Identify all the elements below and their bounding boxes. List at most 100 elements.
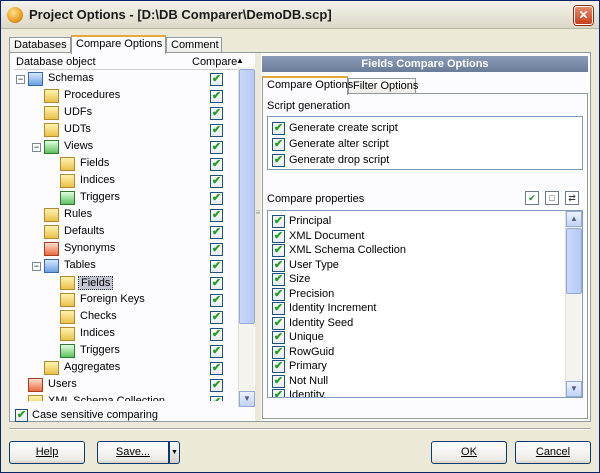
compare-checkbox[interactable]: ✔ (210, 328, 223, 341)
column-database-object[interactable]: Database object (16, 56, 96, 68)
help-button[interactable]: Help (9, 441, 85, 464)
property-checkbox[interactable]: ✔ (272, 287, 285, 301)
compare-checkbox[interactable]: ✔ (210, 141, 223, 154)
tree-row[interactable]: UDFs ✔ (14, 105, 236, 122)
property-checkbox[interactable]: ✔ (272, 215, 285, 228)
compare-checkbox[interactable]: ✔ (210, 396, 223, 401)
save-dropdown-button[interactable]: ▼ (169, 441, 180, 464)
tab-databases[interactable]: Databases (9, 37, 71, 53)
property-label: Primary (289, 360, 327, 372)
tree-row[interactable]: Aggregates ✔ (14, 360, 236, 377)
title-bar[interactable]: Project Options - [D:\DB Comparer\DemoDB… (1, 1, 599, 29)
tree-scrollbar[interactable]: ▼ (238, 67, 255, 407)
properties-scroll-thumb[interactable] (566, 228, 582, 294)
invert-selection-icon[interactable]: ⇄ (565, 191, 579, 205)
compare-checkbox[interactable]: ✔ (210, 90, 223, 103)
cancel-button[interactable]: Cancel (515, 441, 591, 464)
compare-checkbox[interactable]: ✔ (210, 73, 223, 86)
tree-row[interactable]: Users ✔ (14, 377, 236, 394)
tree-row-label: Indices (80, 327, 115, 339)
compare-checkbox[interactable]: ✔ (210, 209, 223, 222)
properties-scroll-down-button[interactable]: ▼ (566, 381, 582, 397)
tree-row[interactable]: Foreign Keys ✔ (14, 292, 236, 309)
tree-row[interactable]: Indices ✔ (14, 173, 236, 190)
close-button[interactable]: ✕ (574, 6, 593, 25)
tree-row[interactable]: UDTs ✔ (14, 122, 236, 139)
tree-row[interactable]: − Views ✔ (14, 139, 236, 156)
tree-row[interactable]: Triggers ✔ (14, 190, 236, 207)
compare-checkbox[interactable]: ✔ (210, 260, 223, 273)
triggers-icon (60, 191, 75, 205)
column-compare[interactable]: Compare (192, 56, 237, 68)
compare-checkbox[interactable]: ✔ (210, 124, 223, 137)
property-checkbox[interactable]: ✔ (272, 258, 285, 272)
uncheck-all-icon[interactable]: □ (545, 191, 559, 205)
collapse-toggle-icon[interactable]: − (32, 262, 41, 271)
database-object-tree[interactable]: − Schemas ✔ Procedures ✔ UDFs ✔ UDTs ✔ − Views ✔ Fie… (14, 71, 236, 401)
compare-checkbox[interactable]: ✔ (210, 243, 223, 256)
property-checkbox[interactable]: ✔ (272, 345, 285, 359)
compare-checkbox[interactable]: ✔ (210, 294, 223, 307)
compare-checkbox[interactable]: ✔ (210, 226, 223, 239)
app-icon (7, 7, 23, 23)
property-checkbox[interactable]: ✔ (272, 316, 285, 330)
procedures-icon (44, 89, 59, 103)
compare-checkbox[interactable]: ✔ (210, 277, 223, 290)
properties-scrollbar[interactable]: ▲ ▼ (565, 211, 582, 397)
tree-scroll-down-button[interactable]: ▼ (239, 391, 255, 407)
subtab-compare-options[interactable]: Compare Options (262, 76, 353, 95)
compare-checkbox[interactable]: ✔ (210, 345, 223, 358)
collapse-toggle-icon[interactable]: − (32, 143, 41, 152)
subtab-filter-options[interactable]: Filter Options (348, 78, 418, 94)
splitter-grip[interactable]: ≡ (255, 53, 261, 421)
property-checkbox[interactable]: ✔ (272, 302, 285, 315)
case-sensitive-checkbox[interactable]: ✔ (15, 409, 28, 422)
tree-row[interactable]: Synonyms ✔ (14, 241, 236, 258)
compare-checkbox[interactable]: ✔ (210, 107, 223, 120)
property-checkbox[interactable]: ✔ (272, 273, 285, 286)
tree-row[interactable]: Fields ✔ (14, 156, 236, 173)
tree-row[interactable]: Indices ✔ (14, 326, 236, 343)
property-label: Precision (289, 287, 335, 300)
property-label: Principal (289, 215, 332, 227)
check-all-icon[interactable]: ✔ (525, 191, 539, 205)
tree-row[interactable]: Fields ✔ (14, 275, 236, 292)
compare-properties-list[interactable]: ✔ Principal ✔ XML Document ✔ XML Schema Colle… (267, 210, 583, 398)
tree-row[interactable]: Checks ✔ (14, 309, 236, 326)
compare-checkbox[interactable]: ✔ (210, 192, 223, 205)
property-label: RowGuid (289, 345, 335, 358)
tree-row-label: Aggregates (64, 361, 121, 373)
ok-button[interactable]: OK (431, 441, 507, 464)
tree-row[interactable]: − Schemas ✔ (14, 71, 236, 88)
compare-checkbox[interactable]: ✔ (210, 311, 223, 324)
properties-scroll-up-button[interactable]: ▲ (566, 211, 582, 227)
collapse-toggle-icon[interactable]: − (16, 75, 25, 84)
tree-row[interactable]: Rules ✔ (14, 207, 236, 224)
foreign-keys-icon (60, 293, 75, 307)
tree-row-label: UDTs (64, 123, 91, 135)
fields-icon (60, 276, 75, 290)
option-checkbox[interactable]: ✔ (272, 154, 285, 167)
tree-row[interactable]: Triggers ✔ (14, 343, 236, 360)
tab-comment[interactable]: Comment (166, 37, 222, 53)
compare-checkbox[interactable]: ✔ (210, 362, 223, 375)
property-checkbox[interactable]: ✔ (272, 244, 285, 257)
tree-row[interactable]: − Tables ✔ (14, 258, 236, 275)
property-checkbox[interactable]: ✔ (272, 331, 285, 344)
tree-row[interactable]: Procedures ✔ (14, 88, 236, 105)
tab-compare-options[interactable]: Compare Options (71, 35, 166, 54)
property-checkbox[interactable]: ✔ (272, 360, 285, 373)
option-checkbox[interactable]: ✔ (272, 122, 285, 135)
compare-checkbox[interactable]: ✔ (210, 175, 223, 188)
option-checkbox[interactable]: ✔ (272, 138, 285, 151)
property-checkbox[interactable]: ✔ (272, 229, 285, 243)
compare-checkbox[interactable]: ✔ (210, 158, 223, 171)
property-checkbox[interactable]: ✔ (272, 389, 285, 397)
tree-scroll-thumb[interactable] (239, 69, 255, 324)
save-button[interactable]: Save... (97, 441, 169, 464)
tree-row[interactable]: Defaults ✔ (14, 224, 236, 241)
compare-checkbox[interactable]: ✔ (210, 379, 223, 392)
help-label: Help (35, 446, 59, 458)
property-checkbox[interactable]: ✔ (272, 374, 285, 388)
tree-row[interactable]: XML Schema Collection ✔ (14, 394, 236, 401)
